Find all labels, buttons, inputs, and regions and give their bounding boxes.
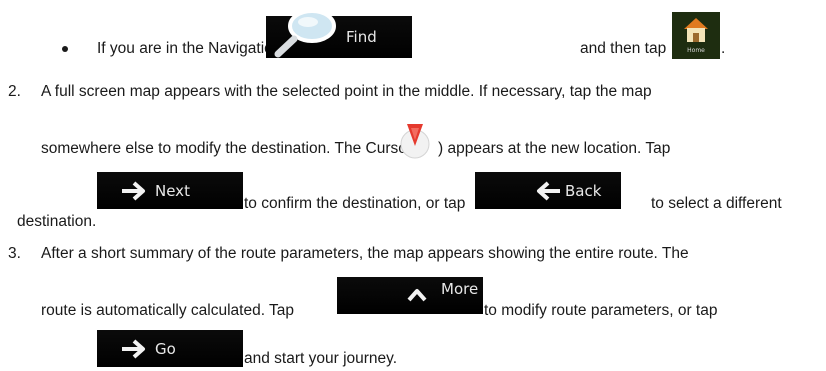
more-button[interactable]: More bbox=[337, 277, 483, 314]
step-2-line-2b: ) appears at the new location. Tap bbox=[438, 140, 671, 157]
step-3-line-2b: to modify route parameters, or tap bbox=[484, 302, 718, 319]
arrow-right-icon bbox=[121, 339, 147, 359]
step-3-line-3: and start your journey. bbox=[244, 350, 398, 367]
back-button[interactable]: Back bbox=[475, 172, 621, 209]
next-button-label: Next bbox=[155, 181, 190, 200]
go-button-label: Go bbox=[155, 339, 176, 358]
more-button-label: More bbox=[441, 280, 479, 298]
cursor-icon bbox=[395, 118, 435, 160]
magnifier-icon bbox=[272, 6, 340, 58]
bullet-middle-text: and then tap bbox=[580, 40, 667, 57]
home-button[interactable]: Home bbox=[672, 12, 720, 59]
house-icon bbox=[681, 15, 711, 45]
find-button-label: Find bbox=[346, 28, 377, 46]
arrow-left-icon bbox=[535, 181, 561, 201]
step-2-line-3a: to confirm the destination, or tap bbox=[244, 195, 466, 212]
bullet-period: . bbox=[721, 40, 726, 57]
next-button[interactable]: Next bbox=[97, 172, 243, 209]
chevron-up-icon bbox=[407, 288, 427, 302]
step-2-line-1: A full screen map appears with the selec… bbox=[41, 83, 652, 100]
step-2-line-3b: to select a different bbox=[651, 195, 782, 212]
arrow-right-icon bbox=[121, 181, 147, 201]
go-button[interactable]: Go bbox=[97, 330, 243, 367]
step-3-line-2a: route is automatically calculated. Tap bbox=[41, 302, 295, 319]
bullet-point bbox=[62, 46, 68, 52]
step-2-line-4: destination. bbox=[17, 213, 97, 230]
find-button[interactable]: Find bbox=[266, 9, 412, 58]
home-button-label: Home bbox=[687, 47, 705, 54]
step-2-line-2a: somewhere else to modify the destination… bbox=[41, 140, 422, 157]
step-3-line-1: After a short summary of the route param… bbox=[41, 245, 689, 262]
step-3-number: 3. bbox=[8, 245, 21, 262]
back-button-label: Back bbox=[565, 181, 602, 200]
step-2-number: 2. bbox=[8, 83, 21, 100]
